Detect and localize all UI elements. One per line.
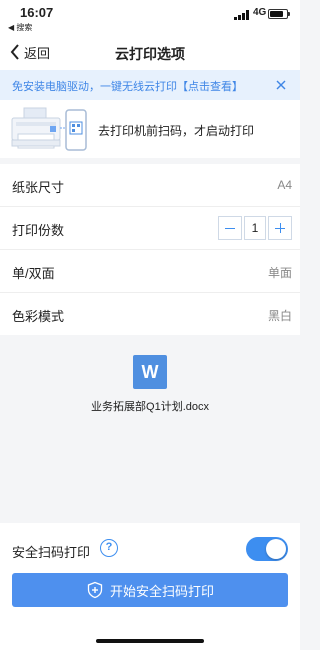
scan-hint-card: 去打印机前扫码，才启动打印 <box>0 100 300 158</box>
nav-bar: 返回 云打印选项 <box>0 34 300 70</box>
decrement-button[interactable] <box>218 216 242 240</box>
signal-icon <box>234 10 249 20</box>
back-to-search-link[interactable]: ◀ 搜索 <box>8 22 32 33</box>
page-title: 云打印选项 <box>115 46 185 62</box>
printer-phone-illustration <box>11 107 87 151</box>
toggle-knob <box>266 539 286 559</box>
print-settings-list: 纸张尺寸 A4 打印份数 1 单/双面 单面 色彩模式 黑白 <box>0 164 300 335</box>
secure-print-toggle[interactable] <box>246 537 288 561</box>
secure-print-label: 安全扫码打印 <box>12 545 91 560</box>
copies-row: 打印份数 1 <box>0 207 300 250</box>
increment-button[interactable] <box>268 216 292 240</box>
shield-plus-icon <box>87 581 103 599</box>
bottom-panel: 安全扫码打印 ? 开始安全扫码打印 <box>0 523 300 650</box>
copies-value[interactable]: 1 <box>244 216 266 240</box>
duplex-row[interactable]: 单/双面 单面 <box>0 250 300 293</box>
status-time: 16:07 <box>20 5 54 20</box>
scan-hint-text: 去打印机前扫码，才启动打印 <box>98 124 255 138</box>
word-file-icon[interactable]: W <box>133 355 167 389</box>
copies-stepper: 1 <box>218 216 292 240</box>
start-secure-print-label: 开始安全扫码打印 <box>109 583 214 599</box>
duplex-label: 单/双面 <box>12 266 55 281</box>
close-icon[interactable] <box>274 78 288 92</box>
driver-banner[interactable]: 免安装电脑驱动，一键无线云打印【点击查看】 <box>0 70 300 100</box>
paper-size-row[interactable]: 纸张尺寸 A4 <box>0 164 300 207</box>
start-secure-print-button[interactable]: 开始安全扫码打印 <box>12 573 288 607</box>
color-mode-row[interactable]: 色彩模式 黑白 <box>0 293 300 335</box>
home-indicator <box>96 639 204 643</box>
duplex-value[interactable]: 单面 <box>268 264 292 281</box>
battery-icon <box>268 9 290 19</box>
paper-size-label: 纸张尺寸 <box>12 180 65 195</box>
status-bar: 16:07 ◀ 搜索 4G <box>0 0 300 34</box>
file-preview: W 业务拓展部Q1计划.docx <box>0 335 300 523</box>
copies-label: 打印份数 <box>12 223 65 238</box>
paper-size-value[interactable]: A4 <box>277 178 292 192</box>
banner-text[interactable]: 免安装电脑驱动，一键无线云打印【点击查看】 <box>12 78 243 94</box>
color-mode-label: 色彩模式 <box>12 309 65 324</box>
file-name: 业务拓展部Q1计划.docx <box>91 401 209 413</box>
color-mode-value[interactable]: 黑白 <box>268 307 292 324</box>
network-type: 4G <box>253 7 267 18</box>
help-icon[interactable]: ? <box>100 539 118 557</box>
